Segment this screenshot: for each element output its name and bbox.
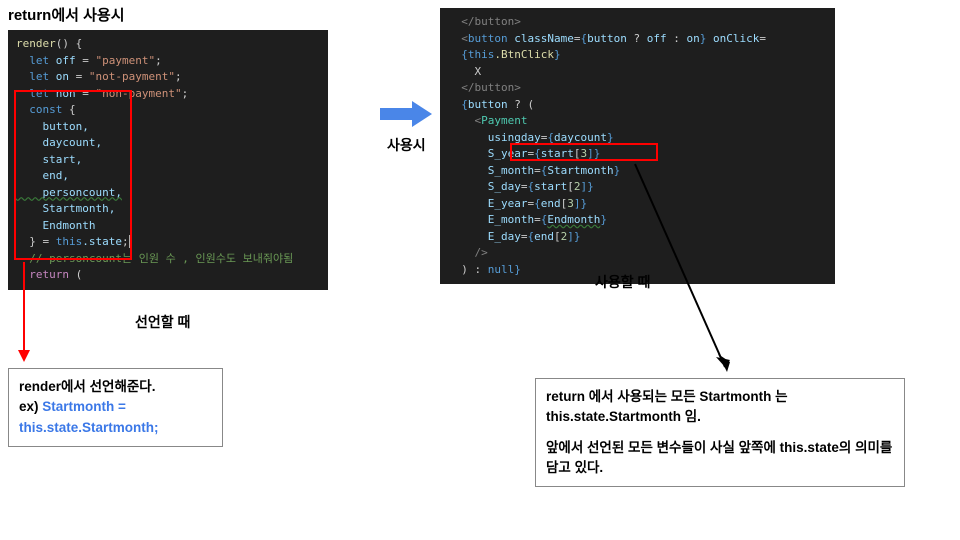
label-declare: 선언할 때	[135, 312, 190, 332]
note-usage-line1: return 에서 사용되는 모든 Startmonth 는 this.stat…	[546, 387, 894, 428]
page-title: return에서 사용시	[8, 4, 125, 25]
arrow-right-icon	[378, 98, 434, 130]
code-block-usage: </button> <button className={button ? of…	[440, 8, 835, 284]
label-use-arrow: 사용시	[387, 135, 426, 155]
note-usage-line2: 앞에서 선언된 모든 변수들이 사실 앞쪽에 this.state의 의미를 담…	[546, 438, 894, 479]
note-declare-heading: render에서 선언해준다.	[19, 377, 212, 397]
note-declare-example: ex) Startmonth = this.state.Startmonth;	[19, 397, 212, 438]
note-declare: render에서 선언해준다. ex) Startmonth = this.st…	[8, 368, 223, 447]
arrow-down-icon	[16, 262, 32, 362]
code-block-declare: render() { let off = "payment"; let on =…	[8, 30, 328, 290]
note-usage: return 에서 사용되는 모든 Startmonth 는 this.stat…	[535, 378, 905, 487]
label-use-when: 사용할 때	[595, 272, 650, 292]
